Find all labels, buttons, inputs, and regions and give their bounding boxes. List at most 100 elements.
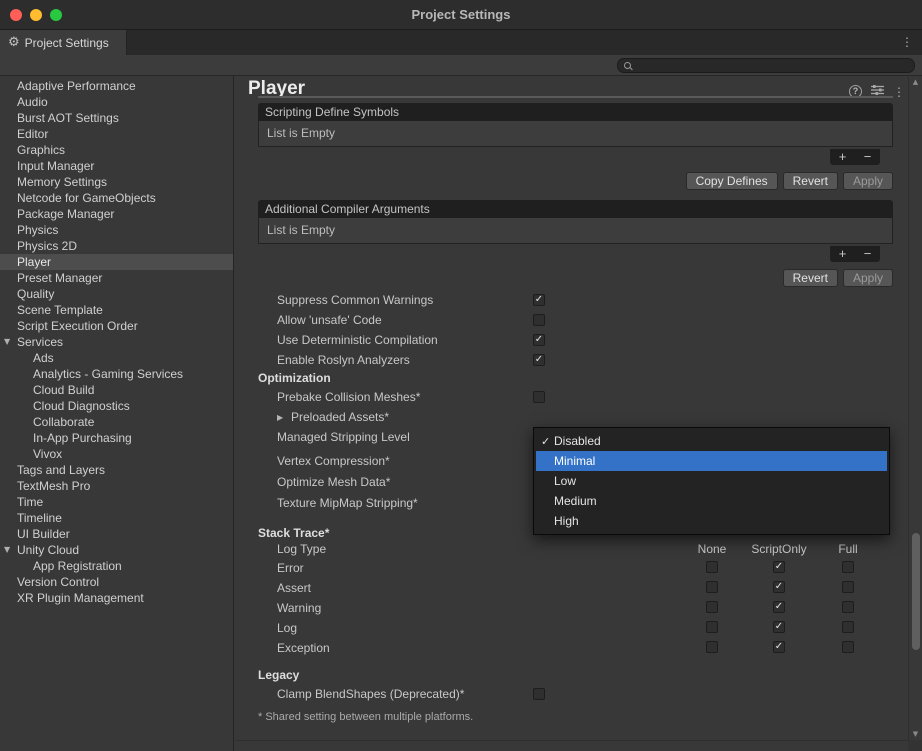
define-symbols-list-footer: + −	[830, 149, 880, 165]
sidebar-item-quality[interactable]: Quality	[0, 286, 233, 302]
remove-icon[interactable]: −	[856, 150, 880, 164]
menu-item-minimal[interactable]: Minimal	[536, 451, 887, 471]
menu-item-medium[interactable]: Medium	[536, 491, 887, 511]
foldout-open-icon[interactable]: ▼	[4, 542, 10, 558]
sidebar-item-graphics[interactable]: Graphics	[0, 142, 233, 158]
apply-button[interactable]: Apply	[843, 172, 893, 190]
add-icon[interactable]: +	[831, 247, 855, 261]
tab-menu-kebab-icon[interactable]: ⋮	[901, 35, 913, 49]
sidebar-item-input-manager[interactable]: Input Manager	[0, 158, 233, 174]
revert-button[interactable]: Revert	[783, 172, 838, 190]
checkbox[interactable]: ✓	[773, 581, 785, 593]
toggle-row-use-deterministic-compilation: Use Deterministic Compilation✓	[277, 332, 893, 348]
sidebar-item-physics-2d[interactable]: Physics 2D	[0, 238, 233, 254]
copy-defines-button[interactable]: Copy Defines	[686, 172, 778, 190]
checkbox[interactable]: ✓	[533, 334, 545, 346]
legacy-row-clamp-blendshapes-deprecated: Clamp BlendShapes (Deprecated)*	[277, 686, 893, 702]
sidebar-item-cloud-diagnostics[interactable]: Cloud Diagnostics	[0, 398, 233, 414]
search-input[interactable]	[617, 58, 915, 73]
sidebar-item-netcode-for-gameobjects[interactable]: Netcode for GameObjects	[0, 190, 233, 206]
checkbox[interactable]: ✓	[773, 621, 785, 633]
shared-setting-note: * Shared setting between multiple platfo…	[258, 711, 473, 723]
checkbox[interactable]: ✓	[773, 641, 785, 653]
sidebar-item-memory-settings[interactable]: Memory Settings	[0, 174, 233, 190]
checkbox[interactable]	[706, 601, 718, 613]
add-icon[interactable]: +	[831, 150, 855, 164]
checkbox[interactable]	[842, 641, 854, 653]
checkbox[interactable]	[533, 314, 545, 326]
sidebar-item-player[interactable]: Player	[0, 254, 233, 270]
compiler-args-header: Additional Compiler Arguments	[258, 200, 893, 218]
sidebar-item-package-manager[interactable]: Package Manager	[0, 206, 233, 222]
sidebar-item-adaptive-performance[interactable]: Adaptive Performance	[0, 78, 233, 94]
sidebar-item-scene-template[interactable]: Scene Template	[0, 302, 233, 318]
checkbox[interactable]	[706, 641, 718, 653]
checkbox[interactable]: ✓	[773, 561, 785, 573]
checkbox[interactable]: ✓	[773, 601, 785, 613]
menu-item-low[interactable]: Low	[536, 471, 887, 491]
sidebar-item-script-execution-order[interactable]: Script Execution Order	[0, 318, 233, 334]
toggle-row-enable-roslyn-analyzers: Enable Roslyn Analyzers✓	[277, 352, 893, 368]
tab-bar: ⚙ Project Settings ⋮	[0, 30, 922, 55]
sidebar-item-editor[interactable]: Editor	[0, 126, 233, 142]
menu-item-high[interactable]: High	[536, 511, 887, 531]
sidebar-item-tags-and-layers[interactable]: Tags and Layers	[0, 462, 233, 478]
optimization-header: Optimization	[258, 370, 331, 386]
sidebar-item-burst-aot-settings[interactable]: Burst AOT Settings	[0, 110, 233, 126]
scroll-up-icon[interactable]: ▲	[909, 76, 922, 88]
sidebar-item-version-control[interactable]: Version Control	[0, 574, 233, 590]
column-header-full: Full	[803, 541, 893, 557]
sidebar-item-vivox[interactable]: Vivox	[0, 446, 233, 462]
define-symbols-empty-row: List is Empty	[258, 121, 893, 147]
checkbox[interactable]	[842, 581, 854, 593]
define-symbols-buttons: Copy Defines Revert Apply	[258, 172, 893, 190]
checkbox[interactable]	[842, 621, 854, 633]
menu-item-disabled[interactable]: ✓Disabled	[536, 431, 887, 451]
checkbox[interactable]	[533, 688, 545, 700]
sidebar-item-xr-plugin-management[interactable]: XR Plugin Management	[0, 590, 233, 606]
sidebar-item-label: Time	[17, 495, 43, 509]
checkbox[interactable]	[706, 581, 718, 593]
sidebar-item-timeline[interactable]: Timeline	[0, 510, 233, 526]
sidebar-item-label: XR Plugin Management	[17, 591, 144, 605]
revert-button[interactable]: Revert	[783, 269, 838, 287]
checkbox[interactable]	[842, 561, 854, 573]
sidebar-item-app-registration[interactable]: App Registration	[0, 558, 233, 574]
foldout-open-icon[interactable]: ▼	[4, 334, 10, 350]
foldout-closed-icon[interactable]: ▶	[277, 413, 291, 422]
checkbox[interactable]: ✓	[533, 354, 545, 366]
sidebar-item-preset-manager[interactable]: Preset Manager	[0, 270, 233, 286]
sidebar-item-time[interactable]: Time	[0, 494, 233, 510]
sidebar-item-textmesh-pro[interactable]: TextMesh Pro	[0, 478, 233, 494]
sidebar-item-audio[interactable]: Audio	[0, 94, 233, 110]
sidebar-item-analytics-gaming-services[interactable]: Analytics - Gaming Services	[0, 366, 233, 382]
scrollbar-thumb[interactable]	[912, 533, 920, 650]
vertical-scrollbar[interactable]: ▲ ▼	[908, 76, 922, 740]
sidebar-item-ui-builder[interactable]: UI Builder	[0, 526, 233, 542]
compiler-args-empty-row: List is Empty	[258, 218, 893, 244]
checkbox[interactable]: ✓	[533, 294, 545, 306]
remove-icon[interactable]: −	[856, 247, 880, 261]
property-label: Texture MipMap Stripping*	[277, 496, 533, 510]
sidebar-item-services[interactable]: ▼Services	[0, 334, 233, 350]
property-label: Prebake Collision Meshes*	[277, 390, 533, 404]
checkbox[interactable]	[706, 621, 718, 633]
sidebar-item-ads[interactable]: Ads	[0, 350, 233, 366]
property-label: Preloaded Assets*	[291, 410, 533, 424]
panel-menu-kebab-icon[interactable]: ⋮	[893, 85, 905, 99]
sidebar-item-physics[interactable]: Physics	[0, 222, 233, 238]
sidebar-item-label: Ads	[33, 351, 54, 365]
sidebar-item-label: Cloud Diagnostics	[33, 399, 130, 413]
apply-button[interactable]: Apply	[843, 269, 893, 287]
sidebar-item-collaborate[interactable]: Collaborate	[0, 414, 233, 430]
sidebar-item-in-app-purchasing[interactable]: In-App Purchasing	[0, 430, 233, 446]
scroll-down-icon[interactable]: ▼	[909, 728, 922, 740]
horizontal-scrollbar-track[interactable]	[235, 740, 908, 751]
checkbox[interactable]	[533, 391, 545, 403]
checkbox[interactable]	[842, 601, 854, 613]
checkbox[interactable]	[706, 561, 718, 573]
tab-project-settings[interactable]: ⚙ Project Settings	[0, 30, 127, 55]
sidebar-item-label: Audio	[17, 95, 48, 109]
sidebar-item-cloud-build[interactable]: Cloud Build	[0, 382, 233, 398]
sidebar-item-unity-cloud[interactable]: ▼Unity Cloud	[0, 542, 233, 558]
